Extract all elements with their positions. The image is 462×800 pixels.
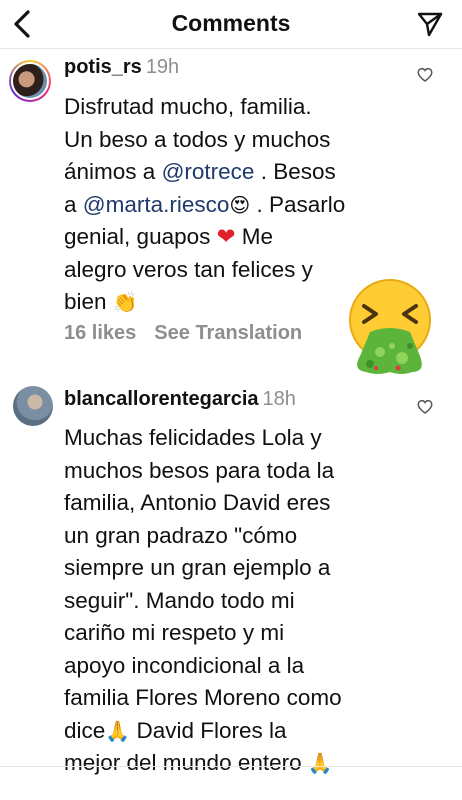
comment-line: dice🙏 David Flores la	[64, 715, 394, 748]
comment-line: Un beso a todos y muchos	[64, 126, 331, 152]
comment-line: Muchas felicidades Lola y	[64, 425, 322, 450]
vomiting-face-emoji	[349, 279, 431, 374]
text-fragment: genial, guapos	[64, 224, 217, 249]
comment-line: apoyo incondicional a la	[64, 652, 305, 678]
text-fragment: ánimos a	[64, 159, 162, 184]
folded-hands-emoji: 🙏	[105, 718, 131, 743]
comment-line: a @marta.riesco😍 . Pasarlo	[64, 189, 394, 222]
header-bar: Comments	[0, 0, 462, 49]
username-text[interactable]: potis_rs	[64, 56, 142, 78]
comment-line: cariño mi respeto y mi	[64, 620, 285, 645]
divider	[0, 766, 462, 767]
text-fragment: mejor del mundo entero	[64, 750, 308, 775]
text-fragment: dice	[64, 717, 106, 743]
avatar[interactable]	[9, 60, 51, 102]
username-text[interactable]: blancallorentegarcia	[64, 388, 259, 410]
text-fragment: bien	[64, 289, 113, 314]
heart-eyes-emoji: 😍	[229, 192, 251, 217]
heart-outline-icon[interactable]	[416, 398, 434, 416]
comment-line: un gran padrazo "cómo	[64, 522, 298, 548]
text-fragment: Me	[235, 224, 273, 249]
comment-line: genial, guapos ❤ Me	[64, 221, 394, 254]
comment-actions: 16 likes See Translation	[64, 322, 302, 345]
avatar[interactable]	[13, 386, 53, 426]
mention-link[interactable]: @marta.riesco	[83, 192, 230, 217]
comment-time: 19h	[145, 56, 180, 78]
text-fragment: David Flores la	[130, 717, 287, 743]
comment-line: mejor del mundo entero 🙏	[64, 747, 394, 780]
text-fragment: . Pasarlo	[250, 191, 346, 217]
comment-username[interactable]: potis_rs 19h	[64, 56, 179, 79]
comment-item: blancallorentegarcia 18h Muchas felicidad…	[0, 378, 462, 775]
comment-line: Disfrutad mucho, familia.	[64, 94, 312, 119]
heart-outline-icon[interactable]	[416, 66, 434, 84]
comment-time: 18h	[262, 388, 296, 410]
clapping-hands-emoji: 👏	[112, 290, 138, 314]
see-translation-link[interactable]: See Translation	[154, 322, 302, 344]
mention-link[interactable]: @rotrece	[162, 159, 255, 184]
text-fragment: . Besos	[254, 159, 336, 184]
comment-line: ánimos a @rotrece . Besos	[64, 156, 394, 189]
paper-plane-icon[interactable]	[416, 10, 444, 38]
comment-line: familia Flores Moreno como	[64, 685, 342, 710]
text-fragment: a	[64, 191, 83, 217]
comment-line: seguir". Mando todo mi	[64, 587, 295, 613]
comment-line: muchos besos para toda la	[64, 457, 335, 483]
red-heart-emoji: ❤	[216, 224, 236, 249]
page-title: Comments	[171, 10, 291, 36]
folded-hands-emoji: 🙏	[307, 751, 333, 775]
comment-username[interactable]: blancallorentegarcia 18h	[64, 388, 296, 411]
comment-line: siempre un gran ejemplo a	[64, 555, 331, 580]
comment-text: Muchas felicidades Lola y muchos besos p…	[64, 422, 394, 780]
likes-count[interactable]: 16 likes	[64, 322, 136, 344]
comment-line: familia, Antonio David eres	[64, 490, 331, 515]
